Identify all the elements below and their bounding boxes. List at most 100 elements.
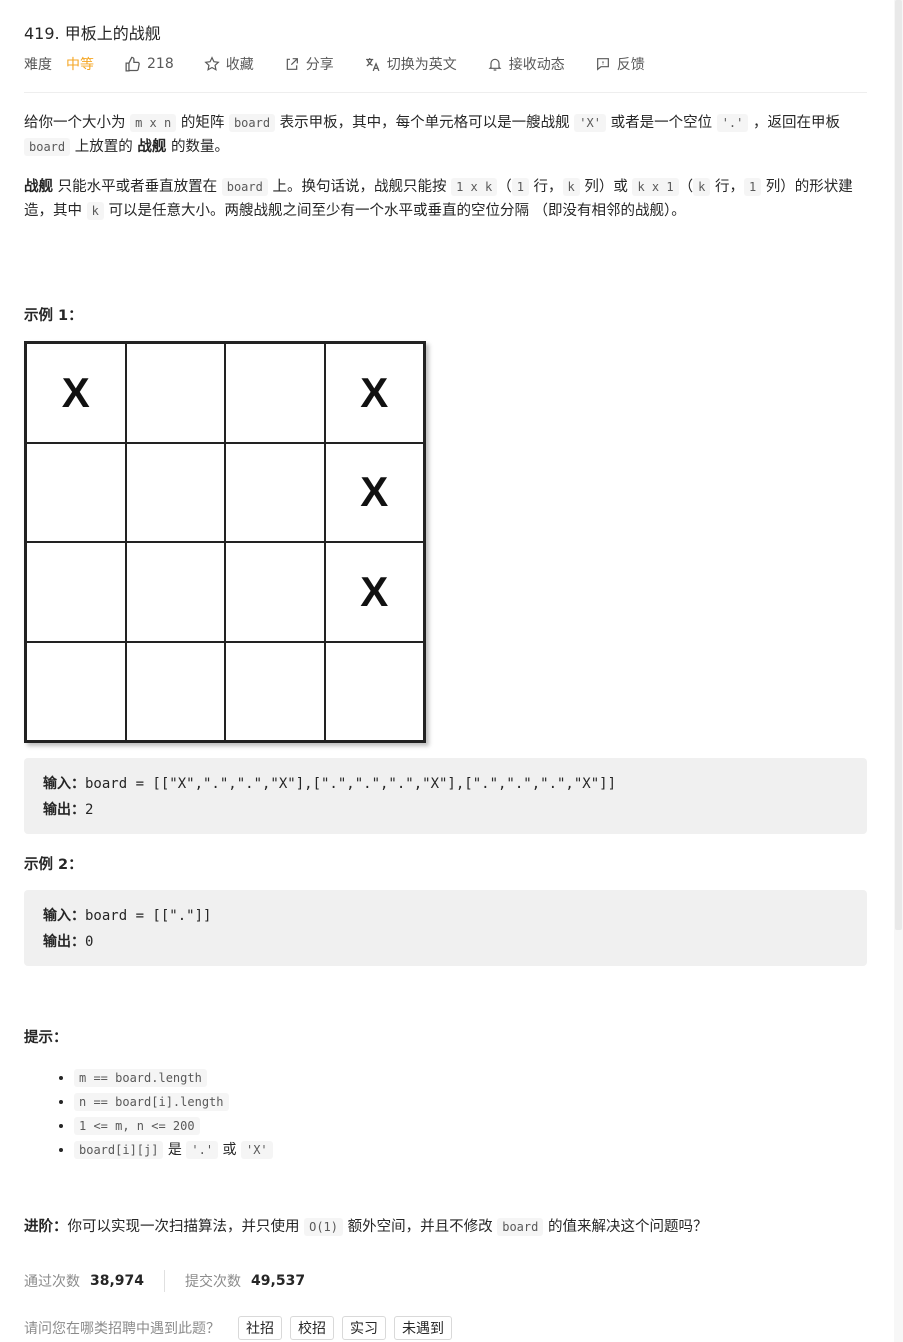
board-cell: X (324, 343, 424, 443)
inline-code: k x 1 (632, 178, 679, 196)
bell-icon (488, 58, 502, 71)
board-cell: X (26, 343, 126, 443)
advanced-paragraph: 进阶：你可以实现一次扫描算法，并只使用 O(1) 额外空间，并且不修改 boar… (24, 1215, 867, 1239)
inline-code: 1 (743, 178, 762, 196)
text: 是 (163, 1142, 187, 1158)
problem-toolbar: 难度 中等 218 收藏 分享 切换为英文 接收动态 反馈 (24, 54, 675, 74)
example-2-code-block: 输入：board = [["."]] 输出：0 (24, 890, 867, 966)
board-cell (125, 343, 225, 443)
example-1-heading: 示例 1： (24, 308, 83, 324)
accepted-value: 38,974 (90, 1273, 145, 1289)
hint-item: m == board.length (74, 1066, 273, 1090)
scrollbar[interactable] (894, 0, 903, 1342)
survey-option-none[interactable]: 未遇到 (394, 1316, 452, 1340)
translate-label: 切换为英文 (386, 57, 457, 73)
description-paragraph-1: 给你一个大小为 m x n 的矩阵 board 表示甲板，其中，每个单元格可以是… (24, 111, 867, 159)
collect-label: 收藏 (225, 57, 254, 73)
output-value: 2 (85, 802, 94, 818)
example-2-heading: 示例 2： (24, 857, 83, 873)
translate-icon (365, 57, 380, 71)
survey-option-social[interactable]: 社招 (238, 1316, 282, 1340)
scrollbar-thumb[interactable] (895, 0, 902, 930)
inline-code: k (86, 202, 104, 220)
inline-code: O(1) (304, 1218, 344, 1236)
board-cell (125, 641, 225, 741)
inline-code: m == board.length (74, 1069, 207, 1087)
difficulty-label: 难度 (24, 57, 52, 73)
board-cell (26, 442, 126, 542)
share-icon (286, 58, 298, 70)
text: 可以是任意大小。两艘战舰之间至少有一个水平或垂直的空位分隔 （即没有相邻的战舰）… (103, 203, 686, 219)
text: 只能水平或者垂直放置在 (53, 179, 222, 195)
survey-option-intern[interactable]: 实习 (342, 1316, 386, 1340)
submission-stats: 通过次数 38,974 提交次数 49,537 (24, 1270, 305, 1292)
submitted-value: 49,537 (251, 1273, 306, 1289)
output-value: 0 (85, 934, 94, 950)
output-label: 输出： (43, 802, 85, 818)
text: 列）或 (579, 179, 633, 195)
text: 行， (710, 179, 744, 195)
board-cell (225, 442, 325, 542)
header-divider (24, 92, 867, 93)
bold-text: 进阶： (24, 1219, 68, 1235)
subscribe-button[interactable]: 接收动态 (487, 54, 565, 74)
example-1-code-block: 输入：board = [["X",".",".","X"],[".",".","… (24, 758, 867, 834)
feedback-button[interactable]: 反馈 (595, 54, 645, 74)
survey-option-campus[interactable]: 校招 (290, 1316, 334, 1340)
thumbs-up-icon (125, 56, 140, 72)
translate-button[interactable]: 切换为英文 (364, 54, 457, 74)
text: 的值来解决这个问题吗？ (543, 1219, 708, 1235)
hint-item: board[i][j] 是 '.' 或 'X' (74, 1138, 273, 1162)
text: （ (678, 179, 694, 195)
accepted-label: 通过次数 (24, 1274, 80, 1290)
text: 上放置的 (70, 139, 138, 155)
output-label: 输出： (43, 934, 85, 950)
board-cell (125, 442, 225, 542)
star-icon (204, 56, 220, 71)
inline-code: board (497, 1218, 544, 1236)
problem-title: 419. 甲板上的战舰 (24, 24, 161, 43)
board-cell (225, 641, 325, 741)
text: 你可以实现一次扫描算法，并只使用 (67, 1219, 305, 1235)
hint-item: 1 <= m, n <= 200 (74, 1114, 273, 1138)
inline-code: 'X' (240, 1141, 273, 1159)
hints-heading: 提示： (24, 1030, 68, 1046)
text: 行， (528, 179, 563, 195)
stats-divider (164, 1270, 166, 1292)
hints-list: m == board.length n == board[i].length 1… (24, 1066, 273, 1162)
input-value: board = [["."]] (85, 908, 212, 924)
subscribe-label: 接收动态 (508, 57, 565, 73)
inline-code: k (693, 178, 711, 196)
submitted-label: 提交次数 (185, 1274, 242, 1290)
interview-survey: 请问您在哪类招聘中遇到此题？ 社招 校招 实习 未遇到 (24, 1316, 460, 1340)
inline-code: 'X' (574, 114, 606, 132)
collect-button[interactable]: 收藏 (204, 54, 254, 74)
like-button[interactable]: 218 (124, 56, 174, 73)
text: 上。换句话说，战舰只能按 (267, 179, 452, 195)
hint-item: n == board[i].length (74, 1090, 273, 1114)
inline-code: board (228, 114, 276, 132)
text: 表示甲板，其中，每个单元格可以是一艘战舰 (275, 115, 575, 131)
text: （ (497, 179, 512, 195)
inline-code: board[i][j] (74, 1141, 164, 1159)
example-1-board-image: XXXX (24, 341, 426, 743)
share-label: 分享 (305, 57, 334, 73)
description-paragraph-2: 战舰 只能水平或者垂直放置在 board 上。换句话说，战舰只能按 1 x k （… (24, 175, 867, 223)
text: 额外空间，并且不修改 (343, 1219, 498, 1235)
inline-code: k (562, 178, 580, 196)
input-value: board = [["X",".",".","X"],[".",".",".",… (85, 776, 617, 792)
board-cell (26, 641, 126, 741)
board-cell: X (324, 542, 424, 642)
share-button[interactable]: 分享 (284, 54, 334, 74)
board-cell (225, 542, 325, 642)
inline-code: '.' (716, 114, 749, 132)
board-cell: X (324, 442, 424, 542)
text: 的数量。 (166, 139, 229, 155)
text: ，返回在甲板 (748, 115, 840, 131)
input-label: 输入： (43, 776, 85, 792)
survey-question: 请问您在哪类招聘中遇到此题？ (24, 1321, 220, 1337)
input-label: 输入： (43, 908, 85, 924)
bold-text: 战舰 (24, 179, 53, 195)
inline-code: '.' (186, 1141, 219, 1159)
board-cell (324, 641, 424, 741)
